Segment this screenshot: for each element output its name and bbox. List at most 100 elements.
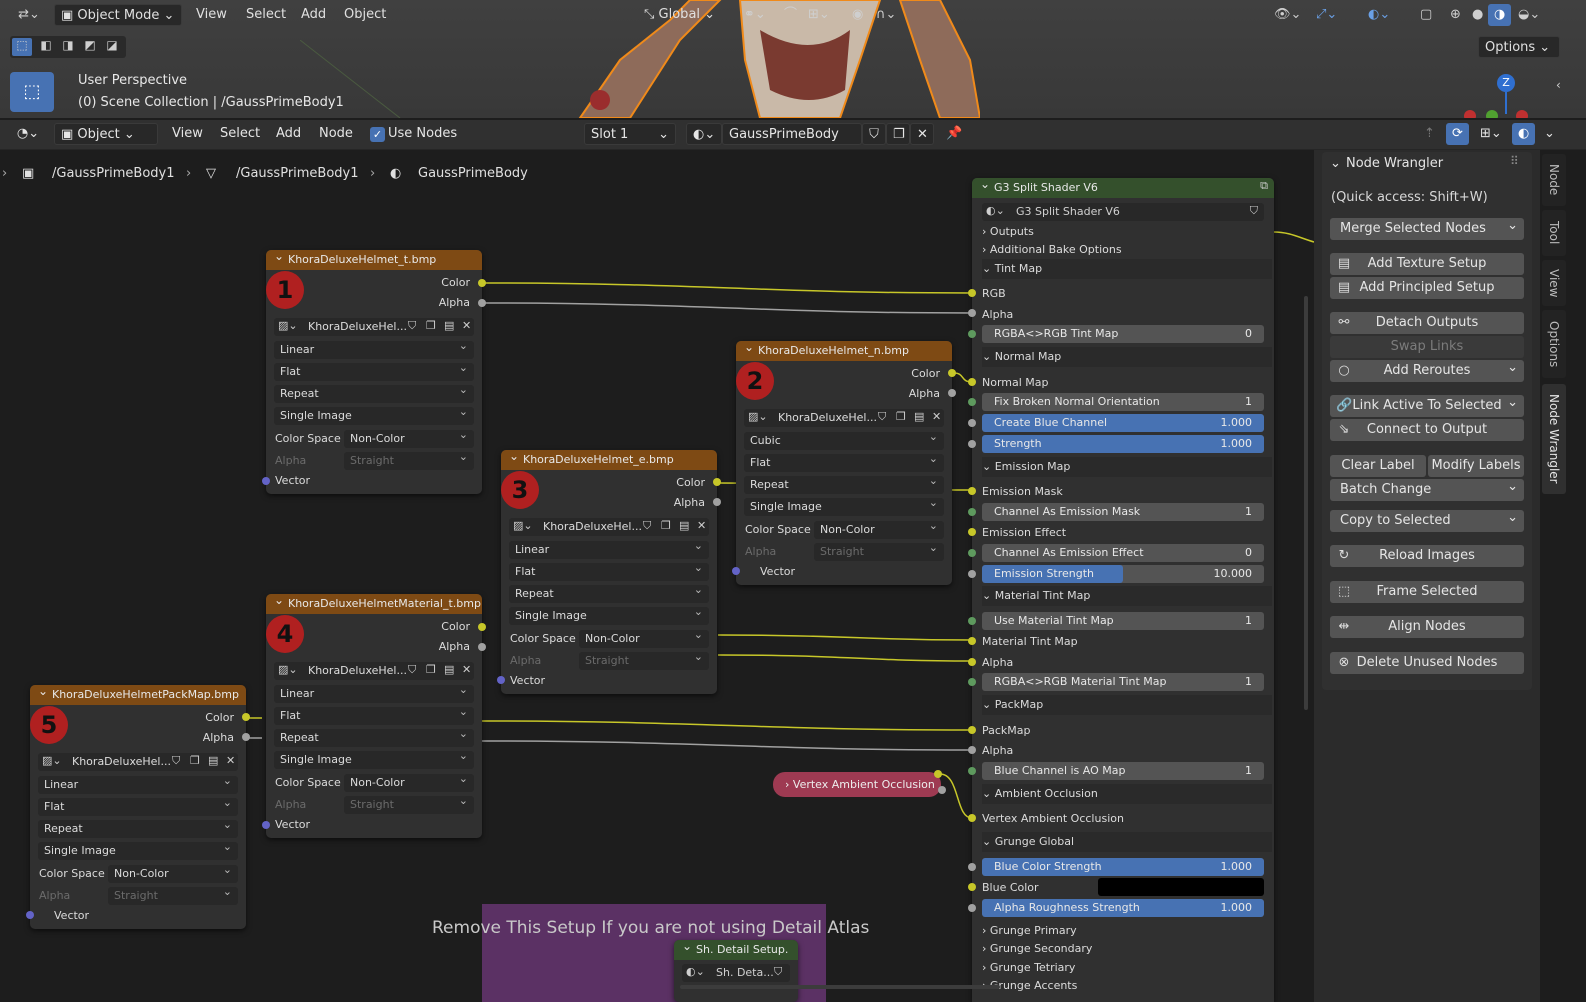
select-tool-icon[interactable]: ⬚: [10, 72, 54, 112]
packmap-panel[interactable]: ⌄ PackMap: [982, 695, 1272, 715]
rgba-mat-socket[interactable]: [968, 678, 976, 686]
menu-select[interactable]: Select: [240, 4, 292, 26]
image-browse-icon[interactable]: ▨⌄: [513, 519, 533, 532]
emission-strength-socket[interactable]: [968, 570, 976, 578]
image-selector[interactable]: ▨⌄ KhoraDeluxeHel... ⛉ ❐ ▤ ✕: [274, 662, 474, 680]
parent-node-icon[interactable]: ⇡: [1418, 123, 1441, 145]
duplicate-icon[interactable]: ❐: [661, 519, 671, 532]
shader-type-dropdown[interactable]: ▣ Object ⌄: [54, 123, 158, 145]
editor-horizontal-scrollbar[interactable]: [680, 985, 1000, 989]
fix-broken-socket[interactable]: [968, 398, 976, 406]
reload-images-button[interactable]: ↻ Reload Images: [1330, 545, 1524, 567]
snap-mode-icon[interactable]: ⊞⌄: [1474, 123, 1508, 145]
node-header[interactable]: KhoraDeluxeHelmet_e.bmp: [501, 446, 717, 470]
editor-type-icon[interactable]: ⇄⌄: [12, 4, 46, 26]
grunge-tertiary-panel[interactable]: › Grunge Tetriary: [982, 958, 1272, 978]
image-name[interactable]: KhoraDeluxeHel...: [72, 755, 171, 768]
tab-tool[interactable]: Tool: [1542, 210, 1566, 256]
fake-user-icon[interactable]: ⛉: [878, 410, 886, 424]
add-principled-setup-button[interactable]: ▤ Add Principled Setup: [1330, 277, 1524, 299]
interpolation-dropdown[interactable]: Linear: [274, 681, 474, 703]
panel-drag-handle-icon[interactable]: ⠿: [1510, 154, 1519, 168]
projection-dropdown[interactable]: Flat: [509, 559, 709, 581]
shading-rendered-icon[interactable]: ◒⌄: [1512, 4, 1546, 26]
tab-view[interactable]: View: [1542, 260, 1566, 306]
gizmo-z-axis[interactable]: Z: [1497, 74, 1515, 92]
node-header[interactable]: KhoraDeluxeHelmetMaterial_t.bmp: [266, 590, 482, 614]
detail-group-name[interactable]: Sh. Deta...: [716, 966, 774, 979]
unlink-icon[interactable]: ✕: [226, 754, 235, 767]
duplicate-icon[interactable]: ❐: [896, 410, 906, 423]
duplicate-icon[interactable]: ❐: [190, 754, 200, 767]
connect-to-output-button[interactable]: ⇘ Connect to Output: [1330, 419, 1524, 441]
vector-socket[interactable]: [262, 477, 270, 485]
frame-selected-button[interactable]: ⬚ Frame Selected: [1330, 581, 1524, 603]
modify-labels-button[interactable]: Modify Labels: [1428, 455, 1524, 477]
color-socket[interactable]: [242, 713, 250, 721]
pivot-icon[interactable]: ⚭⌄: [738, 4, 772, 26]
strength-slider[interactable]: Strength 1.000: [982, 435, 1264, 453]
duplicate-icon[interactable]: ❐: [426, 663, 436, 676]
node-menu-add[interactable]: Add: [270, 123, 307, 145]
node-menu-node[interactable]: Node: [313, 123, 359, 145]
merge-selected-dropdown[interactable]: Merge Selected Nodes: [1330, 215, 1524, 240]
align-nodes-button[interactable]: ⇹ Align Nodes: [1330, 616, 1524, 638]
image-texture-node-2[interactable]: KhoraDeluxeHelmet_n.bmp Color Alpha 2 ▨⌄…: [736, 337, 952, 585]
tint-map-panel[interactable]: ⌄ Tint Map: [982, 259, 1272, 279]
shading-wire-icon[interactable]: ⊕: [1444, 4, 1467, 26]
interpolation-dropdown[interactable]: Linear: [509, 537, 709, 559]
options-dropdown[interactable]: Options ⌄: [1478, 36, 1560, 58]
delete-unused-nodes-button[interactable]: ⊗ Delete Unused Nodes: [1330, 652, 1524, 674]
gizmo-icon[interactable]: ⤢⌄: [1310, 4, 1343, 26]
copy-to-selected-dropdown[interactable]: Copy to Selected: [1330, 507, 1524, 532]
blue-strength-socket[interactable]: [968, 863, 976, 871]
image-selector[interactable]: ▨⌄ KhoraDeluxeHel... ⛉ ❐ ▤ ✕: [744, 409, 944, 427]
duplicate-icon[interactable]: ❐: [426, 319, 436, 332]
image-name[interactable]: KhoraDeluxeHel...: [308, 664, 407, 677]
source-dropdown[interactable]: Single Image: [744, 494, 944, 516]
image-browse-icon[interactable]: ▨⌄: [278, 663, 298, 676]
vao-color-socket[interactable]: [934, 770, 942, 778]
color-space-dropdown[interactable]: Non-Color: [814, 517, 944, 539]
alpha-socket[interactable]: [968, 309, 976, 317]
channel-emission-effect-slider[interactable]: Channel As Emission Effect 0: [982, 544, 1264, 562]
material-tint-panel[interactable]: ⌄ Material Tint Map: [982, 586, 1272, 606]
image-texture-node-4[interactable]: KhoraDeluxeHelmetMaterial_t.bmp Color Al…: [266, 590, 482, 838]
node-header[interactable]: Sh. Detail Setup.: [674, 936, 798, 960]
color-socket[interactable]: [478, 623, 486, 631]
overlay-icon[interactable]: ◐⌄: [1362, 4, 1396, 26]
3d-viewport[interactable]: ⇄⌄ ▣ Object Mode ⌄ View Select Add Objec…: [0, 0, 1586, 118]
fake-user-icon[interactable]: ⛉: [1250, 204, 1258, 218]
emission-map-panel[interactable]: ⌄ Emission Map: [982, 457, 1272, 477]
object-mode-dropdown[interactable]: ▣ Object Mode ⌄: [54, 4, 182, 26]
alpha-socket[interactable]: [242, 733, 250, 741]
gizmo-neg-axis[interactable]: [1516, 110, 1528, 118]
alpha-socket[interactable]: [478, 643, 486, 651]
bake-options-panel[interactable]: › Additional Bake Options: [982, 240, 1272, 260]
image-texture-node-3[interactable]: KhoraDeluxeHelmet_e.bmp Color Alpha 3 ▨⌄…: [501, 446, 717, 694]
gizmo-y-axis[interactable]: [1486, 110, 1498, 118]
image-selector[interactable]: ▨⌄ KhoraDeluxeHel... ⛉ ❐ ▤ ✕: [509, 518, 709, 536]
pack-icon[interactable]: ▤: [208, 754, 218, 767]
xray-icon[interactable]: ▢: [1414, 4, 1438, 26]
emission-strength-slider[interactable]: Emission Strength 10.000: [982, 565, 1264, 583]
vertex-ao-node[interactable]: › Vertex Ambient Occlusion: [773, 772, 941, 797]
image-name[interactable]: KhoraDeluxeHel...: [308, 320, 407, 333]
menu-object[interactable]: Object: [338, 4, 392, 26]
shading-solid-icon[interactable]: ●: [1466, 4, 1489, 26]
node-header[interactable]: KhoraDeluxeHelmet_t.bmp: [266, 246, 482, 270]
color-socket[interactable]: [713, 478, 721, 486]
pack-icon[interactable]: ▤: [679, 519, 689, 532]
vector-socket[interactable]: [262, 821, 270, 829]
normal-map-panel[interactable]: ⌄ Normal Map: [982, 347, 1272, 367]
source-dropdown[interactable]: Single Image: [274, 747, 474, 769]
alpha-socket[interactable]: [478, 299, 486, 307]
color-space-dropdown[interactable]: Non-Color: [344, 426, 474, 448]
select-subtract-icon[interactable]: ◨: [58, 38, 78, 52]
packmap-socket[interactable]: [968, 726, 976, 734]
alpha-socket[interactable]: [713, 498, 721, 506]
unlink-icon[interactable]: ✕: [932, 410, 941, 423]
projection-dropdown[interactable]: Flat: [744, 450, 944, 472]
strength-socket[interactable]: [968, 440, 976, 448]
image-name[interactable]: KhoraDeluxeHel...: [543, 520, 642, 533]
